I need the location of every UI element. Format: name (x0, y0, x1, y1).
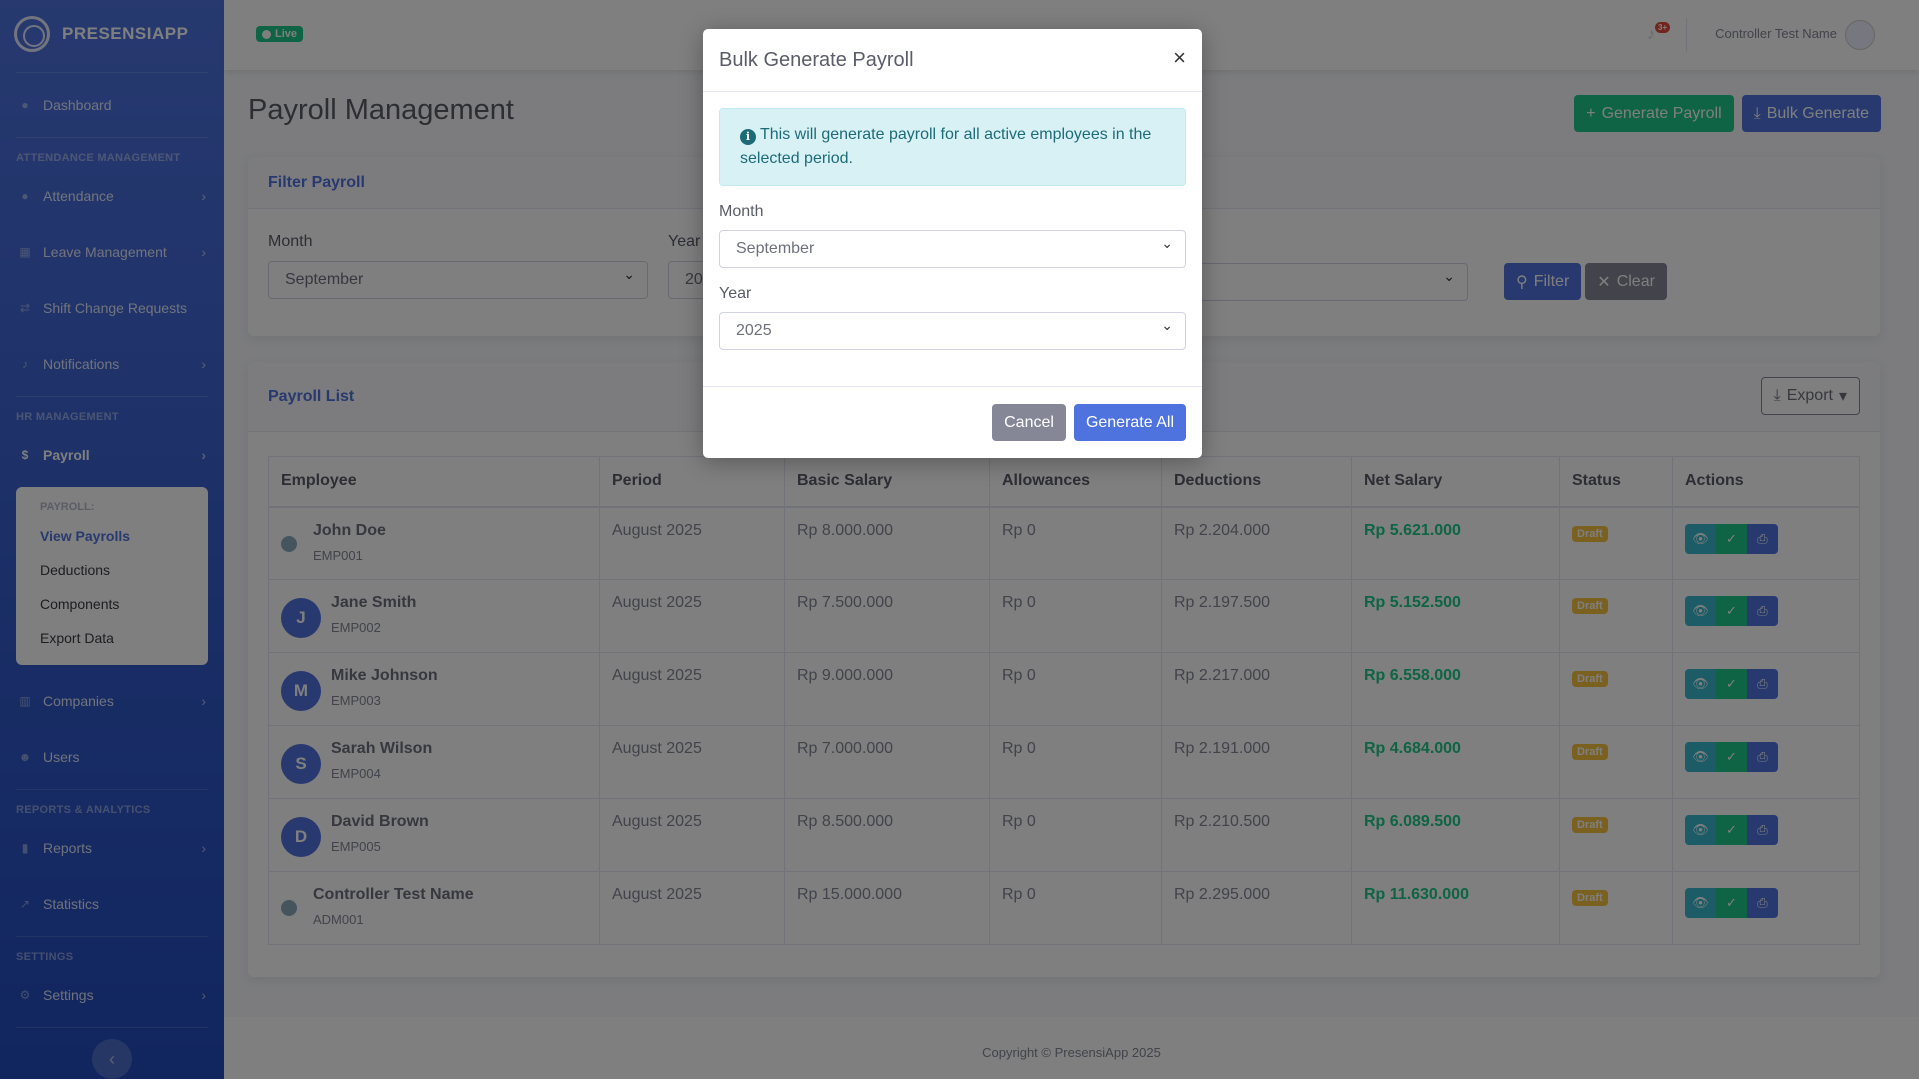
modal-month-select[interactable]: September (719, 230, 1186, 268)
modal-year-label: Year (719, 285, 752, 302)
modal-header: Bulk Generate Payroll × (703, 29, 1202, 92)
modal-title: Bulk Generate Payroll (719, 48, 914, 71)
info-icon: i (740, 129, 756, 145)
close-icon[interactable]: × (1173, 47, 1186, 69)
modal-month-label: Month (719, 203, 764, 220)
cancel-button[interactable]: Cancel (992, 404, 1066, 441)
modal-year-select[interactable]: 2025 (719, 312, 1186, 350)
generate-all-button[interactable]: Generate All (1073, 404, 1186, 441)
modal-month-group: Month September (719, 203, 1186, 268)
modal-year-group: Year 2025 (719, 285, 1186, 350)
modal-body: i This will generate payroll for all acti… (703, 92, 1202, 366)
info-alert-text: This will generate payroll for all activ… (740, 126, 1152, 167)
bulk-generate-modal: Bulk Generate Payroll × i This will gener… (703, 29, 1202, 458)
info-alert: i This will generate payroll for all acti… (719, 108, 1186, 186)
modal-footer: Cancel Generate All (703, 386, 1202, 458)
